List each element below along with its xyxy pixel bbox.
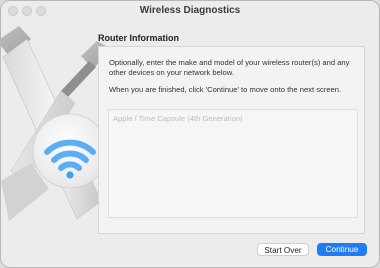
section-heading: Router Information — [98, 33, 179, 43]
router-info-panel: Optionally, enter the make and model of … — [98, 46, 365, 234]
continue-button[interactable]: Continue — [317, 243, 367, 256]
start-over-button[interactable]: Start Over — [257, 243, 309, 256]
wifi-dot — [66, 171, 74, 179]
intro-text: Optionally, enter the make and model of … — [109, 58, 350, 77]
wireless-diagnostics-art — [1, 21, 111, 267]
tool-shaft — [61, 61, 96, 98]
diagnostics-window: Wireless Diagnostics Router Information … — [0, 0, 380, 268]
wrench-wifi-illustration — [1, 26, 111, 221]
continue-instructions: When you are finished, click 'Continue' … — [109, 85, 342, 94]
title-bar: Wireless Diagnostics — [1, 1, 379, 21]
router-model-input[interactable] — [108, 109, 358, 218]
window-title: Wireless Diagnostics — [139, 5, 241, 16]
